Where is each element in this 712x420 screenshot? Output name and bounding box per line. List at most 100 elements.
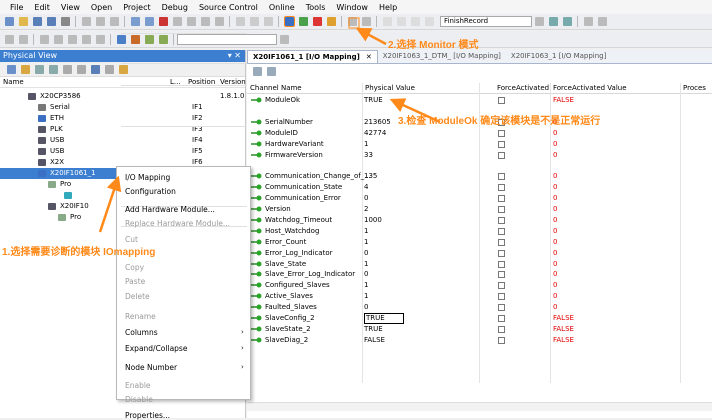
grid-row[interactable]: Error_Count 1 0 — [247, 237, 712, 248]
grid-row[interactable]: HardwareVariant 1 0 — [247, 139, 712, 150]
force-activated-checkbox[interactable] — [498, 97, 505, 104]
hardware-icon[interactable] — [6, 64, 16, 74]
paste-icon[interactable] — [109, 17, 119, 26]
force-activated-checkbox[interactable] — [498, 151, 505, 159]
folder-icon[interactable] — [20, 64, 30, 74]
col-l[interactable]: L... — [170, 77, 181, 88]
menu-debug[interactable]: Debug — [162, 3, 188, 12]
configuration-combo[interactable]: FinishRecord — [440, 16, 532, 27]
grid-column-header[interactable]: ForceActivated Value — [553, 83, 627, 94]
context-item-copy[interactable]: Copy — [125, 263, 144, 272]
force-activated-checkbox[interactable] — [498, 271, 505, 279]
uncomment-icon[interactable] — [18, 34, 28, 44]
grid-row[interactable]: Slave_State 1 0 — [247, 259, 712, 270]
force-value[interactable]: 0 — [553, 139, 557, 150]
grid-row[interactable]: Communication_Change_of_... 135 0 — [247, 171, 712, 182]
grid-row[interactable]: ModuleOk TRUE FALSE — [247, 95, 712, 106]
context-item-disable[interactable]: Disable — [125, 395, 153, 404]
force-activated-checkbox[interactable] — [498, 260, 505, 268]
context-item-i-o-mapping[interactable]: I/O Mapping — [125, 173, 170, 182]
cut-icon[interactable] — [81, 17, 91, 26]
grid-column-header[interactable]: Physical Value — [365, 83, 415, 94]
transfer-icon[interactable] — [263, 17, 273, 26]
open-folder-icon[interactable] — [18, 17, 28, 26]
settings-icon[interactable] — [347, 17, 357, 26]
context-item-properties[interactable]: Properties... — [125, 411, 170, 420]
menu-edit[interactable]: Edit — [34, 3, 50, 12]
force-value[interactable]: 0 — [553, 226, 557, 237]
menu-open[interactable]: Open — [91, 3, 112, 12]
logger-icon[interactable] — [158, 34, 168, 44]
debug-icon[interactable] — [562, 17, 572, 26]
force-activated-checkbox[interactable] — [498, 173, 505, 181]
menu-view[interactable]: View — [61, 3, 80, 12]
tree-node[interactable]: ETH IF2 — [0, 113, 246, 124]
format-icon[interactable] — [67, 34, 77, 44]
search-combo[interactable] — [177, 33, 277, 45]
zoom-icon[interactable] — [583, 17, 593, 26]
save-icon[interactable] — [32, 17, 42, 26]
node-icon[interactable] — [48, 64, 58, 74]
comment-icon[interactable] — [4, 34, 14, 44]
tab-io-mapping[interactable]: X20IF1063_1_DTM_ [I/O Mapping] — [378, 50, 506, 63]
help-icon[interactable] — [597, 17, 607, 26]
force-value[interactable]: 0 — [553, 280, 557, 291]
force-value[interactable]: 0 — [553, 182, 557, 193]
context-item-paste[interactable]: Paste — [125, 277, 145, 286]
force-value[interactable]: 0 — [553, 193, 557, 204]
grid-column-header[interactable]: ForceActivated — [497, 83, 549, 94]
context-item-configuration[interactable]: Configuration — [125, 187, 176, 196]
dropdown-arrow-icon[interactable] — [534, 17, 544, 26]
settings-icon[interactable] — [104, 64, 114, 74]
force-value[interactable]: 0 — [553, 259, 557, 270]
window-icon[interactable] — [424, 17, 434, 26]
context-item-rename[interactable]: Rename — [125, 312, 156, 321]
watch-icon[interactable] — [116, 34, 126, 44]
force-value[interactable]: FALSE — [553, 324, 574, 335]
stop-icon[interactable] — [312, 17, 322, 26]
force-activated-checkbox[interactable] — [498, 206, 505, 213]
tab-io-mapping[interactable]: X20IF1061_1 [I/O Mapping] ✕ — [247, 50, 378, 63]
force-value[interactable]: 0 — [553, 204, 557, 215]
dropdown-arrow-icon[interactable] — [279, 34, 289, 44]
force-value[interactable]: 0 — [553, 150, 557, 161]
star-icon[interactable] — [118, 64, 128, 74]
grid-row[interactable]: Slave_Error_Log_Indicator 0 0 — [247, 269, 712, 280]
grid-row[interactable]: Active_Slaves 1 0 — [247, 291, 712, 302]
redo-icon[interactable] — [144, 17, 154, 26]
filter-icon[interactable] — [76, 64, 86, 74]
warm-restart-icon[interactable] — [326, 17, 336, 26]
force-value[interactable]: FALSE — [553, 95, 574, 106]
rebuild-icon[interactable] — [249, 17, 259, 26]
menu-file[interactable]: File — [10, 3, 23, 12]
grid-row[interactable]: Error_Log_Indicator 0 0 — [247, 248, 712, 259]
force-activated-checkbox[interactable] — [498, 336, 505, 344]
grid-row[interactable] — [247, 160, 712, 171]
force-activated-checkbox[interactable] — [498, 249, 505, 257]
grid-row[interactable]: Version 2 0 — [247, 204, 712, 215]
grid-row[interactable]: Host_Watchdog 1 0 — [247, 226, 712, 237]
force-activated-checkbox[interactable] — [498, 325, 505, 333]
build-icon[interactable] — [235, 17, 245, 26]
col-name[interactable]: Name — [3, 77, 24, 88]
print-icon[interactable] — [60, 17, 70, 26]
force-value[interactable]: 0 — [553, 248, 557, 259]
col-position[interactable]: Position — [188, 77, 215, 88]
force-value[interactable]: 0 — [553, 128, 557, 139]
tree-node[interactable]: USB IF5 — [0, 146, 246, 157]
context-item-expand-collapse[interactable]: Expand/Collapse — [125, 344, 187, 353]
tree-node[interactable]: USB IF4 — [0, 135, 246, 146]
save-all-icon[interactable] — [46, 17, 56, 26]
copy-icon[interactable] — [95, 17, 105, 26]
online-icon[interactable] — [298, 17, 308, 26]
force-value[interactable]: FALSE — [553, 335, 574, 346]
undo-icon[interactable] — [130, 17, 140, 26]
context-item-columns[interactable]: Columns — [125, 328, 158, 337]
grid-column-header[interactable]: Channel Name — [250, 83, 302, 94]
force-value[interactable]: 0 — [553, 302, 557, 313]
grid-row[interactable]: Configured_Slaves 1 0 — [247, 280, 712, 291]
delete-icon[interactable] — [158, 17, 168, 26]
context-item-add-hardware-module[interactable]: Add Hardware Module... — [125, 205, 215, 214]
profiler-icon[interactable] — [144, 34, 154, 44]
node-icon[interactable] — [34, 64, 44, 74]
